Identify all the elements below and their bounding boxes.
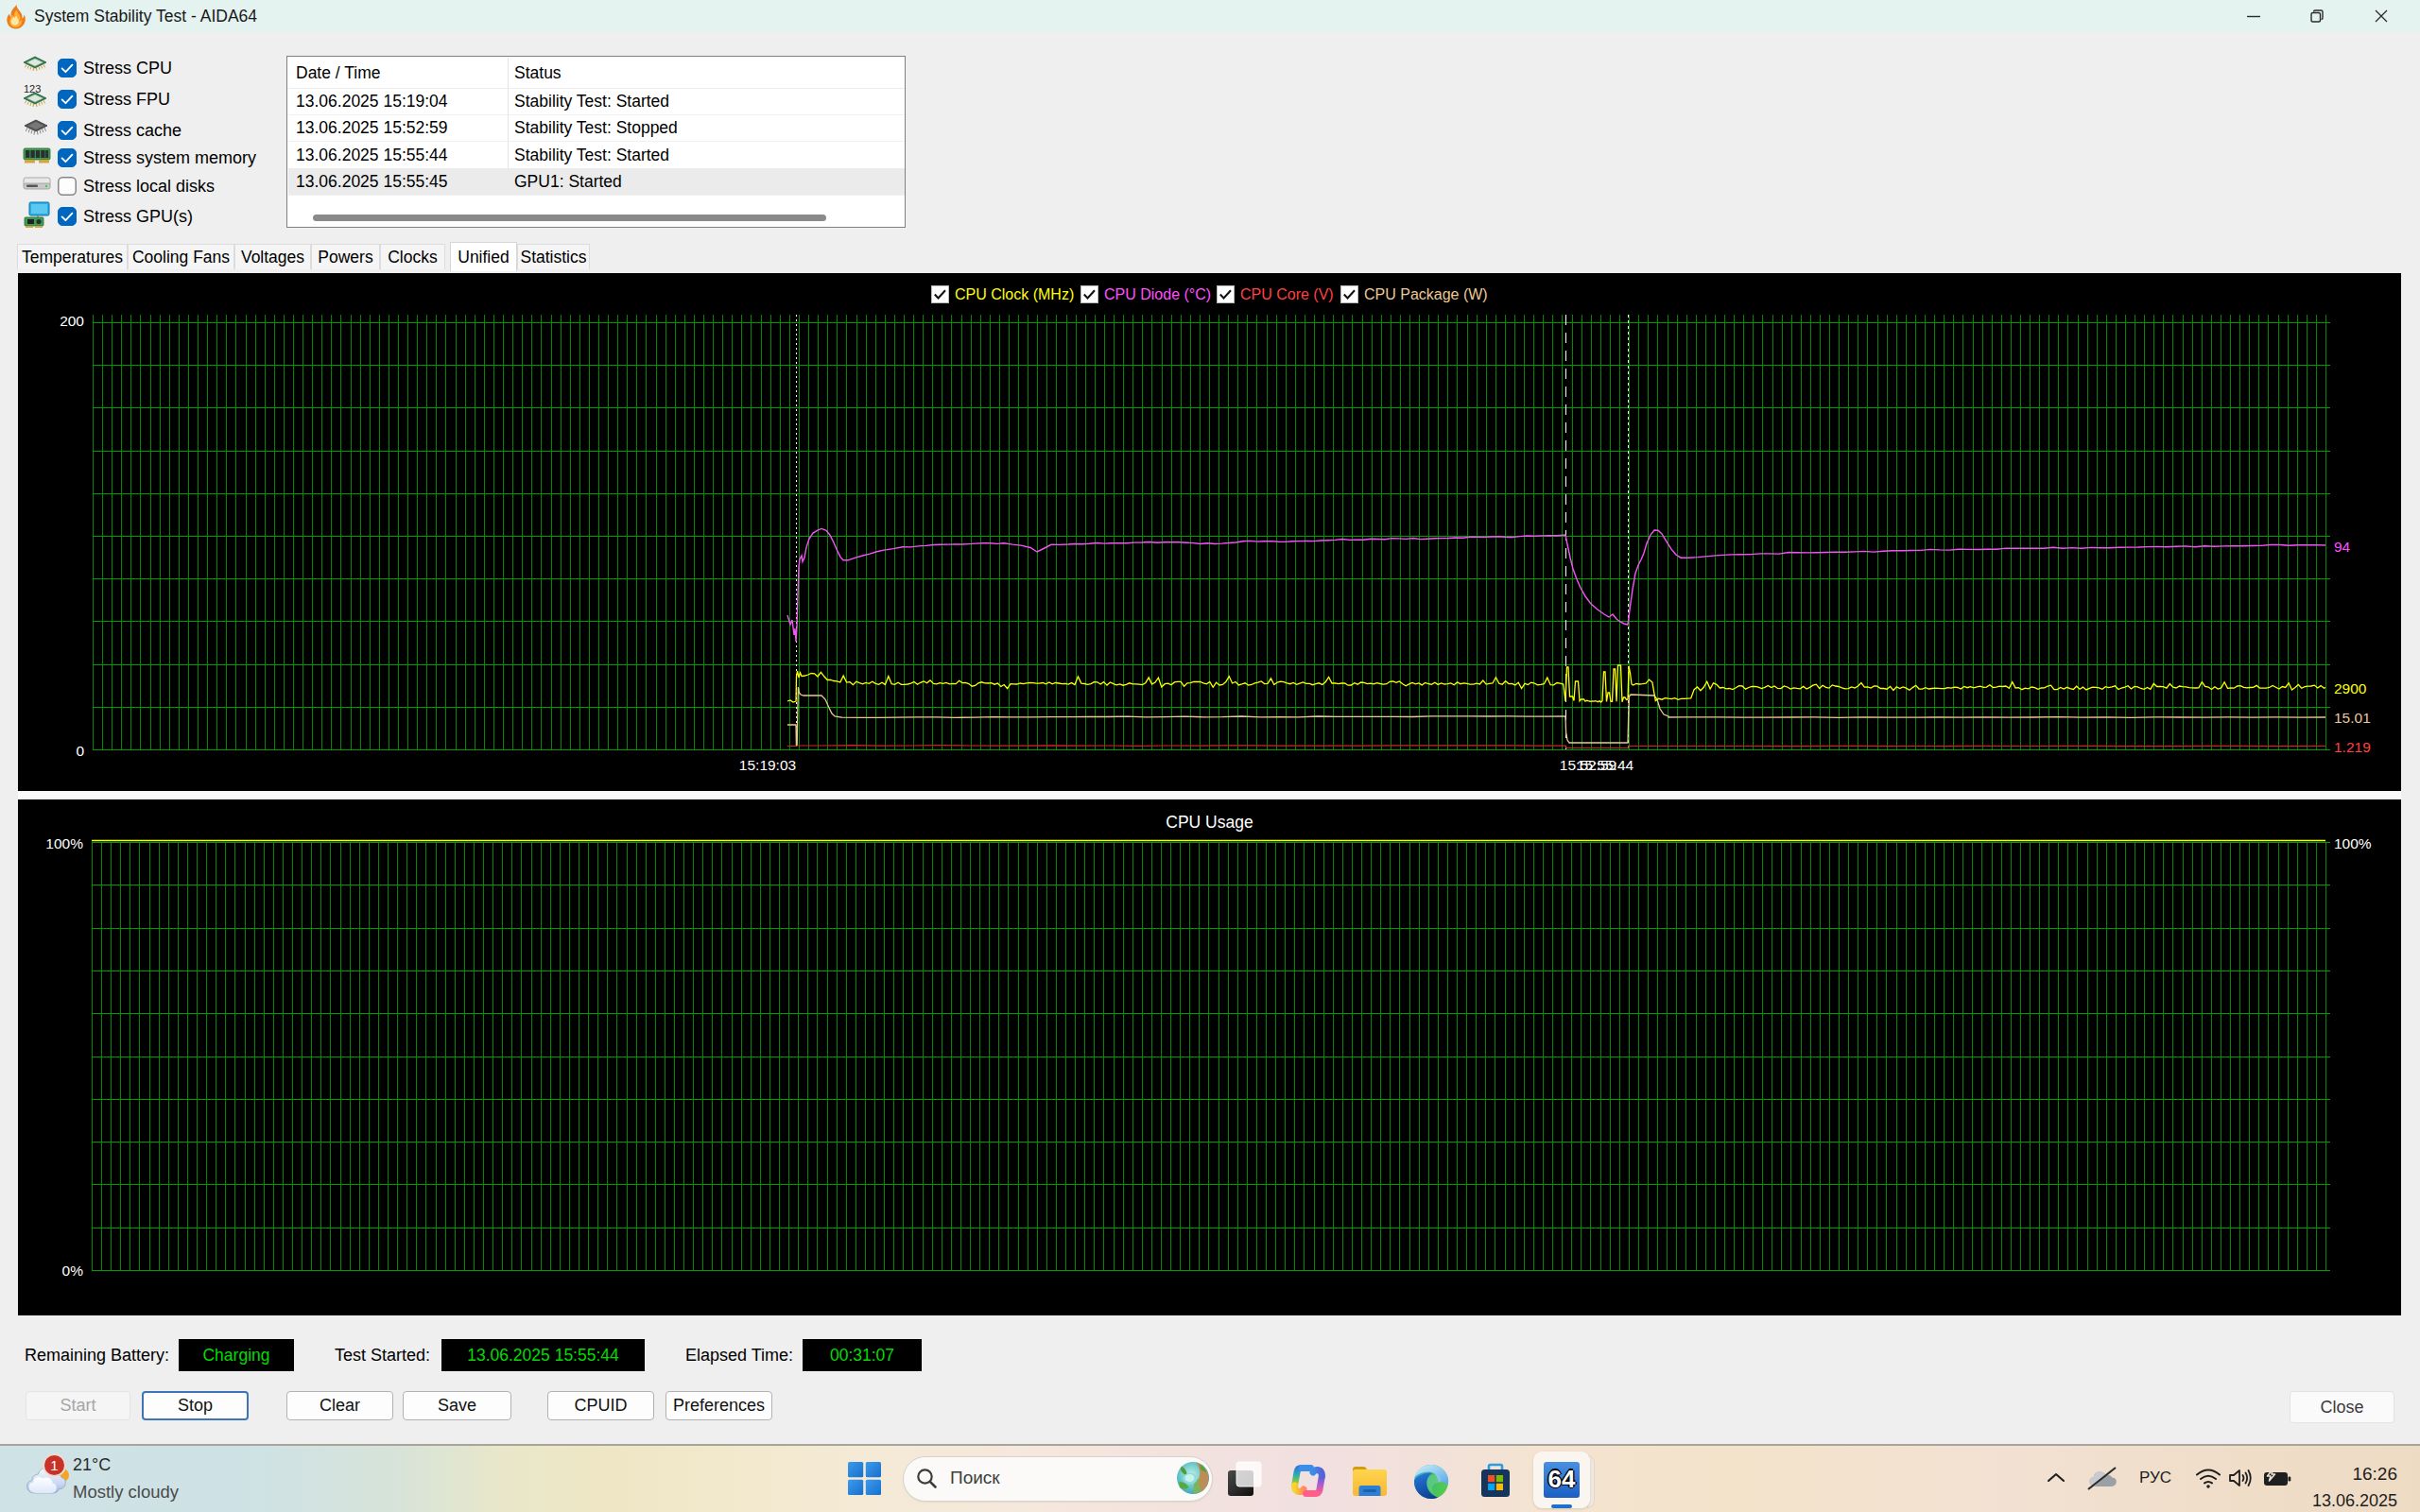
svg-text:123: 123 xyxy=(24,83,41,94)
